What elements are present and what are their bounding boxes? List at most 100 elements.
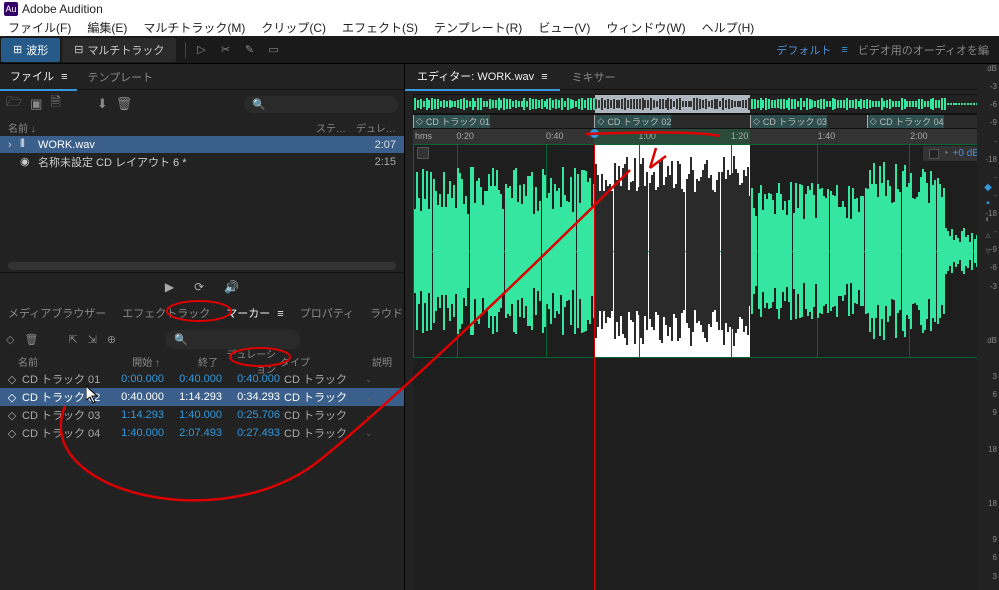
file-name: 名称未設定 CD レイアウト 6 * — [38, 154, 366, 170]
marker-duration: 0:25.706 — [224, 409, 282, 421]
col-status[interactable]: ステ… — [316, 120, 356, 135]
menu-icon[interactable]: ≡ — [277, 308, 283, 320]
menu-view[interactable]: ビュー(V) — [530, 19, 598, 36]
waveform-toggle[interactable]: ⊞ 波形 — [1, 38, 60, 62]
scrollbar[interactable] — [8, 262, 396, 270]
tab-template-label: テンプレート — [87, 72, 153, 84]
marker-row[interactable]: ◇ CD トラック 04 1:40.000 2:07.493 0:27.493 … — [0, 424, 404, 442]
col-name[interactable]: 名前 — [16, 354, 112, 369]
col-desc[interactable]: 説明 — [370, 354, 404, 369]
menu-icon[interactable]: ≡ — [61, 71, 67, 83]
marker-search-input[interactable] — [192, 332, 292, 347]
time-ruler[interactable]: hms 0:200:401:001:201:402:00 — [413, 128, 991, 144]
file-list: › ⦀ WORK.wav 2:07 ◉ 名称未設定 CD レイアウト 6 * 2… — [0, 136, 404, 170]
col-start[interactable]: 開始 ↑ — [112, 354, 162, 369]
titlebar: Au Adobe Audition — [0, 0, 999, 18]
marker-type[interactable]: CD トラック⌄ — [282, 371, 374, 387]
ruler-tick: 0:40 — [546, 131, 564, 141]
tab-files[interactable]: ファイル ≡ — [0, 63, 77, 91]
cd-track-icon: ◇ — [753, 116, 760, 127]
tool-razor-icon[interactable]: ✂ — [218, 43, 232, 57]
editor-tool-icon[interactable]: ◐ — [981, 212, 995, 226]
tool-arrow-icon[interactable]: ▷ — [194, 43, 208, 57]
menu-window[interactable]: ウィンドウ(W) — [598, 19, 693, 36]
channel-left[interactable] — [413, 144, 991, 358]
tab-editor[interactable]: エディター: WORK.wav ≡ — [405, 63, 560, 91]
marker-add-icon[interactable]: ◇ — [6, 333, 14, 346]
menu-help[interactable]: ヘルプ(H) — [694, 19, 763, 36]
editor-tool-icon[interactable]: ▵ — [981, 228, 995, 242]
marker-row[interactable]: ◇ CD トラック 03 1:14.293 1:40.000 0:25.706 … — [0, 406, 404, 424]
tab-media-browser[interactable]: メディアブラウザー — [0, 301, 114, 325]
play-icon[interactable]: ▶ — [165, 280, 174, 294]
col-duration[interactable]: デュレ… — [356, 120, 396, 135]
workspace-default[interactable]: デフォルト — [776, 42, 831, 58]
menu-edit[interactable]: 編集(E) — [79, 19, 135, 36]
cd-marker[interactable]: ◇CD トラック 03 — [750, 115, 827, 128]
tab-files-label: ファイル — [10, 71, 54, 83]
tab-effect-rack[interactable]: エフェクトラック — [114, 301, 218, 325]
new-icon[interactable]: 🗎 — [50, 93, 60, 115]
marker-row[interactable]: ◇ CD トラック 02 0:40.000 1:14.293 0:34.293 … — [0, 388, 404, 406]
cd-marker-bar[interactable]: ◇CD トラック 01 ◇CD トラック 02 ◇CD トラック 03 ◇CD トラッ… — [413, 114, 991, 128]
cd-track-icon: ◇ — [597, 116, 604, 127]
editor-tabs: エディター: WORK.wav ≡ ミキサー — [405, 64, 999, 90]
chevron-down-icon: ⌄ — [365, 411, 372, 420]
search-box[interactable]: 🔍 — [244, 96, 398, 113]
tab-markers[interactable]: マーカー ≡ — [218, 301, 291, 325]
tool-select-icon[interactable]: ▭ — [266, 43, 280, 57]
marker-trash-icon[interactable]: 🗑 — [24, 333, 38, 346]
waveform-area[interactable]: ◔ +0 dB — [413, 144, 991, 590]
menu-multitrack[interactable]: マルチトラック(M) — [135, 19, 253, 36]
file-row[interactable]: › ⦀ WORK.wav 2:07 — [0, 136, 404, 153]
marker-type[interactable]: CD トラック⌄ — [282, 389, 374, 405]
multitrack-icon: ⊟ — [74, 43, 83, 56]
col-type[interactable]: タイプ — [278, 354, 370, 369]
cd-marker[interactable]: ◇CD トラック 04 — [867, 115, 944, 128]
overview-waveform[interactable] — [413, 94, 991, 114]
search-input[interactable] — [270, 99, 390, 110]
marker-name: CD トラック 04 — [20, 425, 116, 441]
save-icon[interactable]: ⬇ — [97, 96, 108, 112]
editor-tool-icon[interactable]: ▪ — [981, 196, 995, 210]
menu-icon[interactable]: ≡ — [541, 71, 547, 83]
col-name[interactable]: 名前 ↓ — [8, 120, 316, 135]
marker-type[interactable]: CD トラック⌄ — [282, 425, 374, 441]
marker-duration: 0:27.493 — [224, 427, 282, 439]
expand-icon[interactable]: › — [8, 139, 20, 151]
workspace-menu-icon[interactable]: ≡ — [841, 44, 847, 56]
marker-type[interactable]: CD トラック⌄ — [282, 407, 374, 423]
cd-marker[interactable]: ◇CD トラック 02 — [594, 115, 671, 128]
marker-toolbar: ◇ 🗑 ⇱ ⇲ ⊕ 🔍 — [0, 326, 404, 352]
trash-icon[interactable]: 🗑 — [116, 96, 133, 112]
open-icon[interactable]: 🗁 — [6, 93, 22, 115]
loop-icon[interactable]: ⟳ — [194, 280, 204, 294]
marker-row[interactable]: ◇ CD トラック 01 0:00.000 0:40.000 0:40.000 … — [0, 370, 404, 388]
marker-import-icon[interactable]: ⇲ — [88, 333, 97, 346]
tab-template[interactable]: テンプレート — [77, 64, 163, 90]
menu-file[interactable]: ファイル(F) — [0, 19, 79, 36]
tab-properties[interactable]: プロパティ — [292, 301, 362, 325]
file-row[interactable]: ◉ 名称未設定 CD レイアウト 6 * 2:15 — [0, 153, 404, 170]
menu-clip[interactable]: クリップ(C) — [253, 19, 334, 36]
tab-mixer[interactable]: ミキサー — [560, 64, 628, 90]
tool-brush-icon[interactable]: ✎ — [242, 43, 256, 57]
playhead-line[interactable] — [594, 144, 595, 590]
workspace-video-audio[interactable]: ビデオ用のオーディオを編 — [858, 42, 989, 58]
col-end[interactable]: 終了 — [162, 354, 220, 369]
record-icon[interactable]: ▣ — [30, 96, 42, 112]
db-scale: dB-3-6-9--18---18--9-6-3dB3691818963 — [977, 64, 999, 590]
editor-tool-icon[interactable]: ◆ — [981, 180, 995, 194]
volume-icon[interactable]: 🔊 — [224, 280, 239, 294]
menu-template[interactable]: テンプレート(R) — [426, 19, 530, 36]
marker-start: 1:40.000 — [116, 427, 166, 439]
cd-marker[interactable]: ◇CD トラック 01 — [413, 115, 490, 128]
marker-export-icon[interactable]: ⇱ — [68, 333, 77, 346]
tab-editor-label: エディター: WORK.wav — [417, 71, 534, 83]
multitrack-toggle[interactable]: ⊟ マルチトラック — [62, 38, 176, 62]
marker-insert-icon[interactable]: ⊕ — [107, 333, 116, 346]
editor-tool-column: ◆ ▪ ◐ ▵ ▿ — [981, 180, 997, 258]
menubar: ファイル(F) 編集(E) マルチトラック(M) クリップ(C) エフェクト(S… — [0, 18, 999, 36]
menu-effect[interactable]: エフェクト(S) — [334, 19, 426, 36]
editor-tool-icon[interactable]: ▿ — [981, 244, 995, 258]
